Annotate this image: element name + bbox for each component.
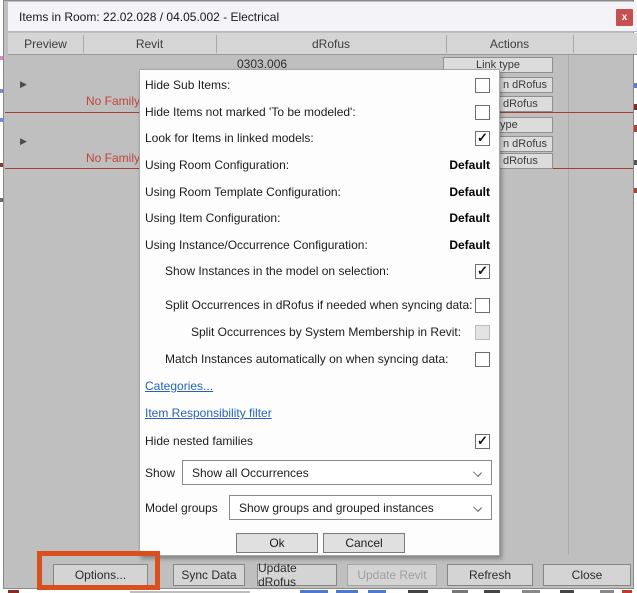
item-responsibility-filter-link[interactable]: Item Responsibility filter — [145, 406, 272, 422]
option-row: Using Room Template Configuration: Defau… — [145, 179, 490, 205]
window-title: Items in Room: 22.02.028 / 04.05.002 - E… — [19, 10, 279, 24]
match-instances-checkbox[interactable] — [475, 352, 490, 367]
categories-link[interactable]: Categories... — [145, 379, 213, 395]
refresh-button[interactable]: Refresh — [447, 564, 533, 586]
option-label: Hide Items not marked 'To be modeled': — [145, 105, 356, 119]
option-row: Using Item Configuration: Default — [145, 205, 490, 231]
column-divider — [216, 35, 217, 53]
config-default-value: Default — [449, 211, 490, 225]
expand-row-button[interactable]: ▶ — [20, 137, 27, 146]
chevron-down-icon — [473, 468, 482, 477]
option-row: Show Instances in the model on selection… — [145, 258, 490, 284]
model-groups-dropdown-value: Show groups and grouped instances — [239, 501, 434, 515]
option-label: Match Instances automatically on when sy… — [145, 352, 449, 366]
button-label: dRofus — [503, 155, 538, 167]
column-header-drofus[interactable]: dRofus — [216, 37, 446, 51]
no-family-error: No Family — [86, 94, 140, 108]
option-row: Match Instances automatically on when sy… — [145, 346, 490, 372]
close-button[interactable]: x — [616, 9, 633, 26]
option-label: Split Occurrences in dRofus if needed wh… — [145, 298, 473, 312]
button-label: dRofus — [503, 98, 538, 110]
option-label: Hide Sub Items: — [145, 78, 230, 92]
column-divider — [446, 35, 447, 53]
config-default-value: Default — [449, 238, 490, 252]
no-family-error: No Family — [86, 151, 140, 165]
update-revit-button: Update Revit — [347, 564, 437, 586]
show-instances-checkbox[interactable] — [475, 264, 490, 279]
hide-nested-families-checkbox[interactable] — [475, 434, 490, 449]
screenshot-root: Items in Room: 22.02.028 / 04.05.002 - E… — [0, 0, 637, 593]
column-divider — [573, 35, 574, 53]
column-divider — [83, 35, 84, 53]
option-label: Using Instance/Occurrence Configuration: — [145, 238, 368, 252]
sync-data-button[interactable]: Sync Data — [173, 564, 245, 586]
option-row: Hide Sub Items: — [145, 72, 490, 98]
close-dialog-button[interactable]: Close — [543, 564, 631, 586]
option-row: Split Occurrences in dRofus if needed wh… — [145, 292, 490, 318]
option-label: Split Occurrences by System Membership i… — [145, 325, 461, 339]
split-occurrences-drofus-checkbox[interactable] — [475, 298, 490, 313]
model-groups-dropdown[interactable]: Show groups and grouped instances — [229, 495, 492, 520]
column-header-actions[interactable]: Actions — [446, 37, 573, 51]
cancel-button[interactable]: Cancel — [323, 533, 405, 553]
hide-sub-items-checkbox[interactable] — [475, 78, 490, 93]
grid-header: Preview Revit dRofus Actions — [8, 33, 637, 55]
ok-button[interactable]: Ok — [236, 533, 318, 553]
button-label: n dRofus — [503, 138, 547, 150]
config-default-value: Default — [449, 185, 490, 199]
button-label: n dRofus — [503, 79, 547, 91]
show-dropdown[interactable]: Show all Occurrences — [182, 460, 492, 485]
config-default-value: Default — [449, 158, 490, 172]
hide-items-not-marked-checkbox[interactable] — [475, 105, 490, 120]
option-row: Using Instance/Occurrence Configuration:… — [145, 232, 490, 258]
look-linked-models-checkbox[interactable] — [475, 131, 490, 146]
split-by-system-membership-checkbox — [475, 325, 490, 340]
option-row: Hide nested families — [145, 428, 490, 454]
options-popup: Hide Sub Items: Hide Items not marked 'T… — [139, 69, 500, 556]
chevron-down-icon — [473, 503, 482, 512]
model-groups-label: Model groups — [145, 501, 218, 515]
show-label: Show — [145, 466, 175, 480]
button-label: ype — [500, 119, 518, 131]
close-icon: x — [622, 12, 628, 23]
title-bar: Items in Room: 22.02.028 / 04.05.002 - E… — [8, 2, 637, 32]
option-row: Using Room Configuration: Default — [145, 152, 490, 178]
highlight-annotation — [37, 551, 160, 590]
option-row: Hide Items not marked 'To be modeled': — [145, 99, 490, 125]
option-label: Using Item Configuration: — [145, 211, 280, 225]
option-label: Using Room Template Configuration: — [145, 185, 341, 199]
column-header-revit[interactable]: Revit — [83, 37, 216, 51]
expand-row-button[interactable]: ▶ — [20, 80, 27, 89]
column-header-preview[interactable]: Preview — [8, 37, 83, 51]
show-dropdown-value: Show all Occurrences — [192, 466, 309, 480]
option-row: Split Occurrences by System Membership i… — [145, 319, 490, 345]
update-drofus-button[interactable]: Update dRofus — [257, 564, 337, 586]
option-label: Hide nested families — [145, 434, 253, 448]
column-divider — [568, 55, 569, 555]
option-label: Look for Items in linked models: — [145, 131, 314, 145]
option-row: Look for Items in linked models: — [145, 125, 490, 151]
option-label: Using Room Configuration: — [145, 158, 289, 172]
option-label: Show Instances in the model on selection… — [145, 264, 389, 278]
